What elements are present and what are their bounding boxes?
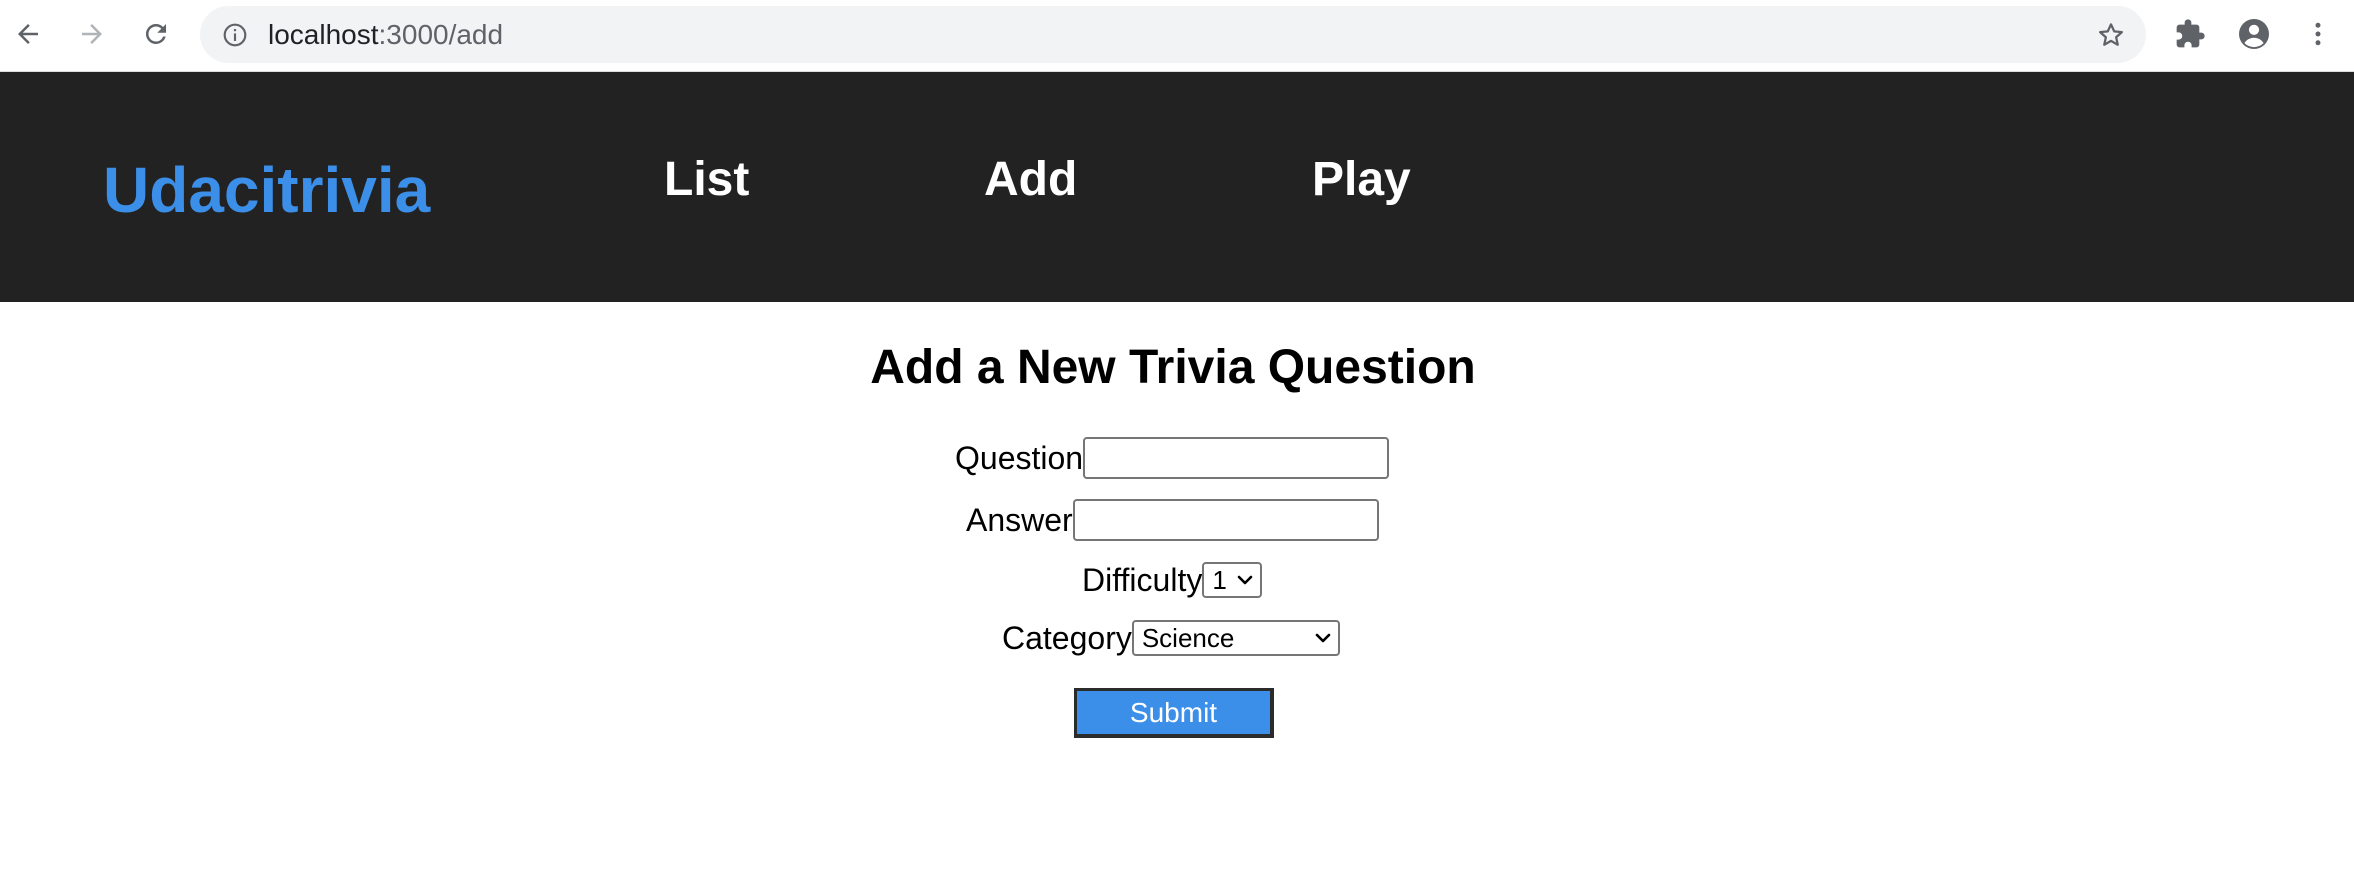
question-row: Question [955,436,1390,480]
info-icon[interactable] [222,22,248,48]
category-select[interactable]: Science [1131,620,1340,656]
difficulty-selected-value: 1 [1212,564,1227,595]
url-host: localhost [268,19,379,50]
forward-button[interactable] [72,14,112,54]
question-input[interactable] [1083,437,1390,479]
difficulty-label: Difficulty [1082,562,1203,598]
arrow-right-icon [82,24,102,44]
reload-icon [145,23,166,44]
chevron-down-icon [1238,575,1253,585]
submit-button[interactable]: Submit [1074,688,1274,738]
difficulty-row: Difficulty 1 [1082,558,1263,602]
url-text[interactable]: localhost:3000/add [268,21,503,49]
question-label: Question [955,440,1084,476]
browser-toolbar: localhost:3000/add [0,0,2354,72]
address-bar[interactable]: localhost:3000/add [200,6,2146,63]
kebab-menu-icon [2315,22,2321,46]
site-header: Udacitrivia List Add Play [0,72,2354,302]
url-path: :3000/add [378,19,504,50]
brand-logo[interactable]: Udacitrivia [103,154,430,226]
nav-add[interactable]: Add [984,152,1077,208]
chevron-down-icon [1315,633,1331,643]
profile-button[interactable] [2234,14,2274,54]
answer-label: Answer [966,502,1073,538]
nav-list[interactable]: List [664,152,749,208]
difficulty-select[interactable]: 1 [1202,562,1263,598]
nav-play[interactable]: Play [1312,152,1411,208]
browser-menu-button[interactable] [2298,14,2338,54]
answer-input[interactable] [1072,499,1379,541]
reload-button[interactable] [136,14,176,54]
star-icon[interactable] [2096,20,2126,50]
category-label: Category [1002,620,1132,656]
category-selected-value: Science [1141,622,1235,653]
answer-row: Answer [966,498,1379,542]
puzzle-icon [2176,19,2205,48]
account-icon [2239,19,2269,49]
category-row: Category Science [1002,616,1340,660]
extensions-button[interactable] [2170,14,2210,54]
back-button[interactable] [8,14,48,54]
page-title: Add a New Trivia Question [870,341,1476,394]
arrow-left-icon [18,24,38,44]
